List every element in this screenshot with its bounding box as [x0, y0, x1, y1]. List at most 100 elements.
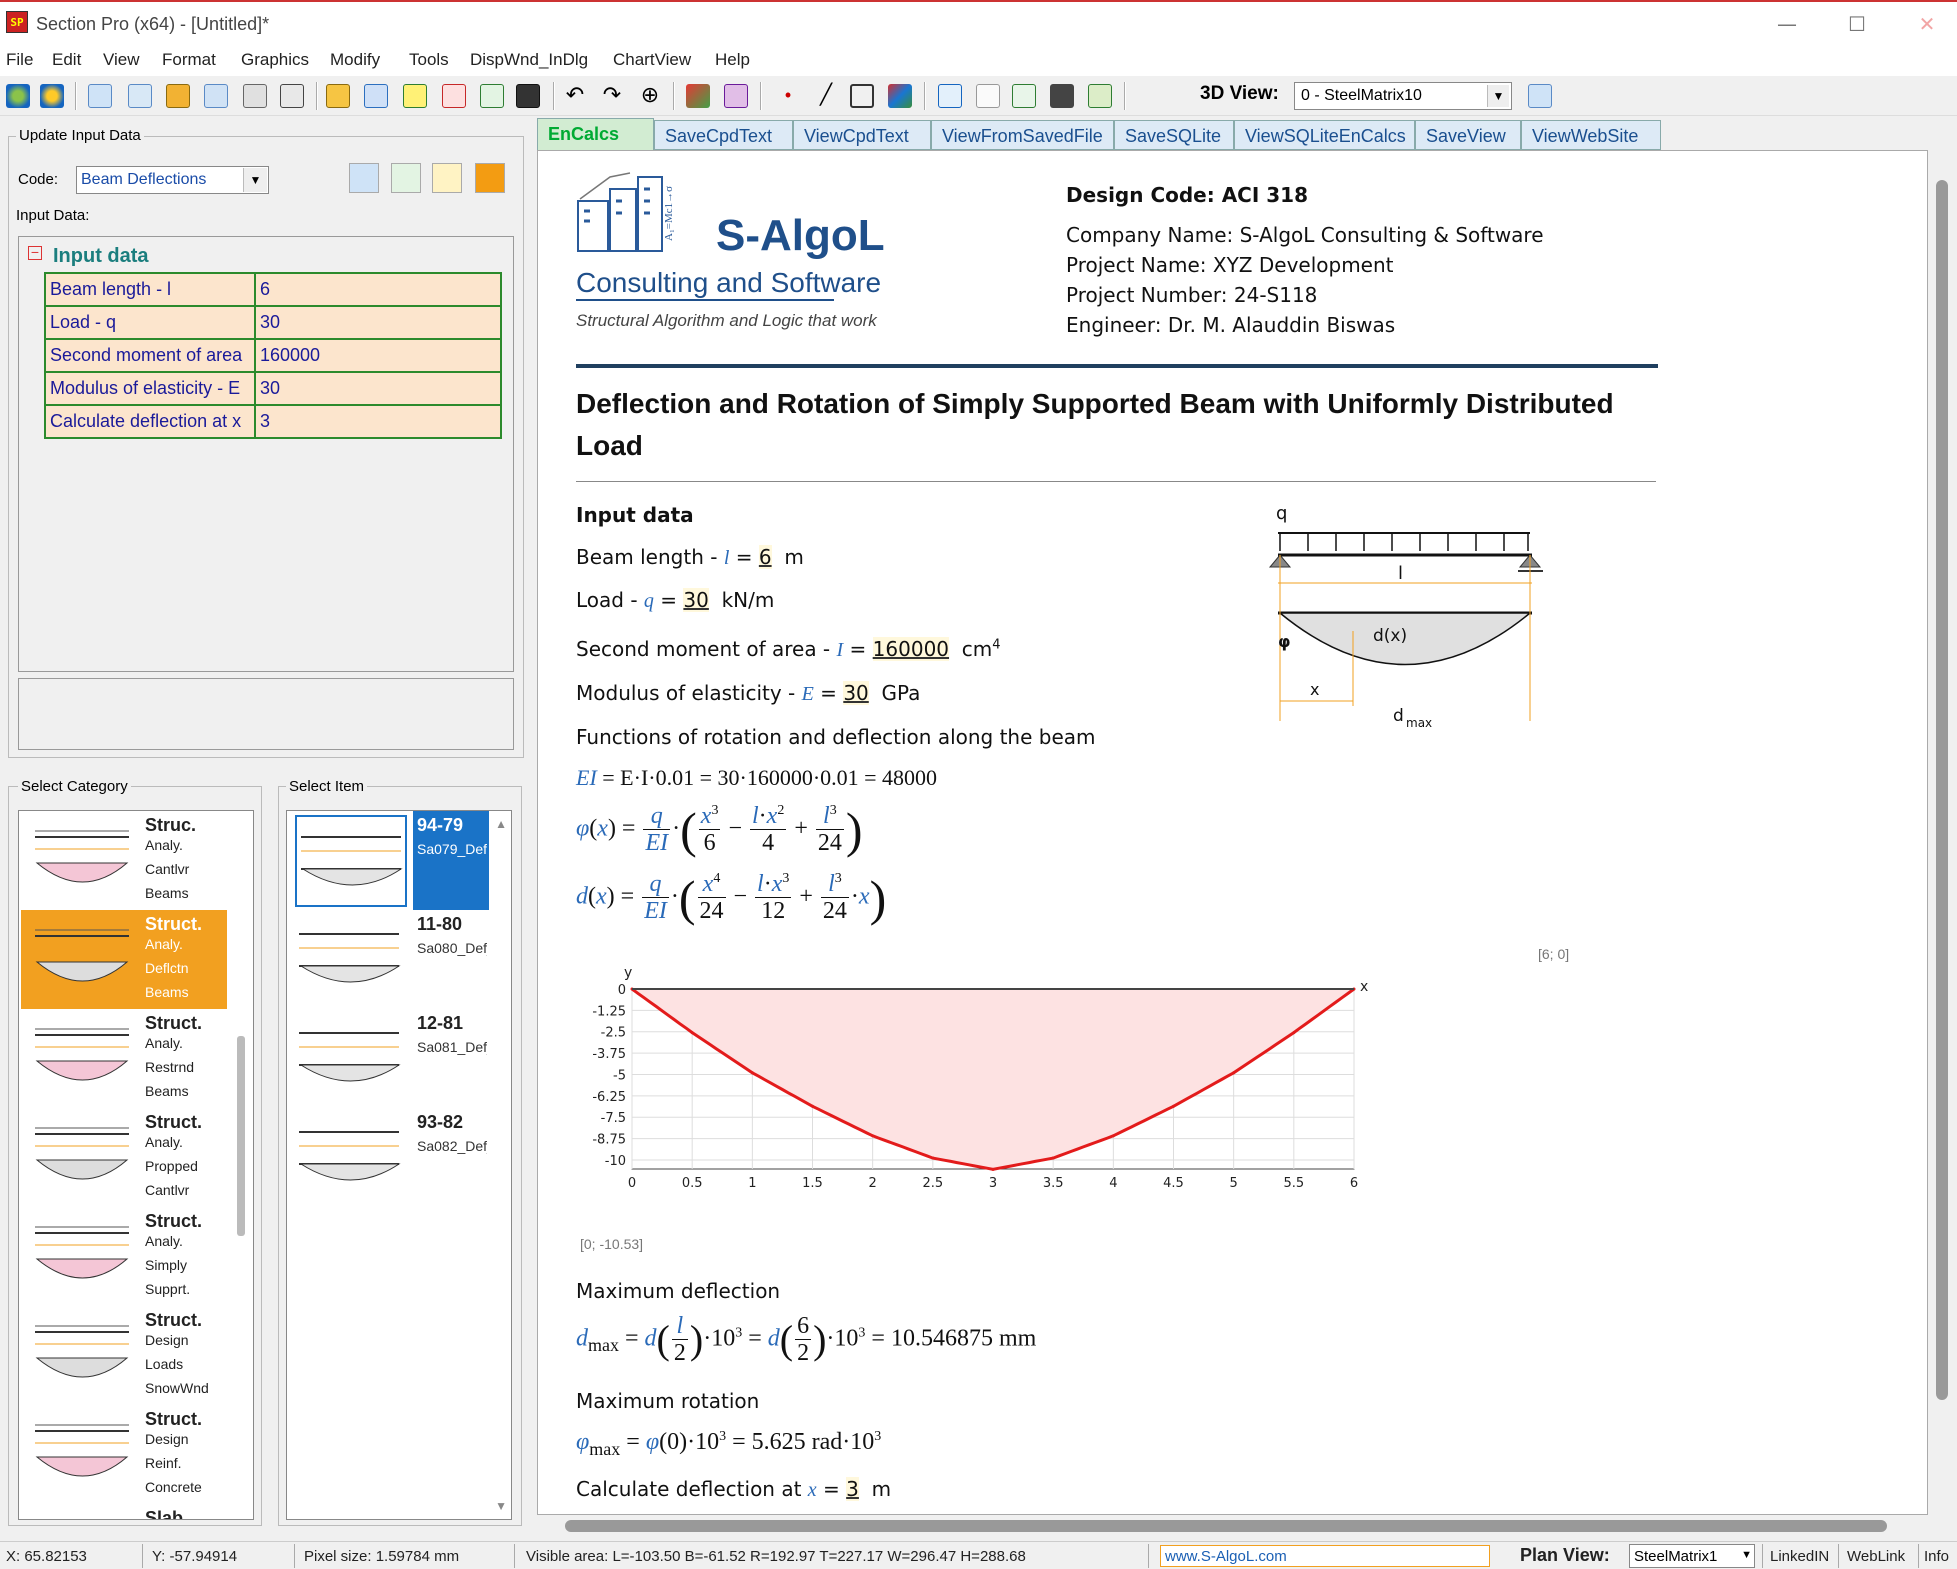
horizontal-scrollbar[interactable] [537, 1515, 1928, 1537]
toolbar: ↶ ↷ ⊕ • ╱ 3D View: 0 - SteelMatrix10 ▼ [0, 76, 1957, 116]
param-value[interactable]: 6 [254, 272, 502, 307]
view-settings-icon[interactable] [1528, 84, 1552, 108]
load-value[interactable]: 30 [683, 588, 709, 612]
category-item[interactable]: Struct. Analy. Propped Cantlvr [21, 1108, 227, 1207]
chevron-down-icon[interactable]: ▼ [1487, 85, 1509, 107]
print-icon[interactable] [280, 84, 304, 108]
disk-icon[interactable] [1050, 84, 1074, 108]
tab-viewfromsavedfile[interactable]: ViewFromSavedFile [931, 120, 1114, 150]
plan-view-select[interactable]: SteelMatrix1 ▼ [1629, 1544, 1755, 1568]
weblink-button[interactable]: WebLink [1847, 1548, 1905, 1565]
export-icon[interactable] [1012, 84, 1036, 108]
chart-icon[interactable] [403, 84, 427, 108]
code-select[interactable]: Beam Deflections ▼ [76, 166, 269, 194]
tab-saveview[interactable]: SaveView [1415, 120, 1521, 150]
website-link[interactable]: www.S-AlgoL.com [1165, 1548, 1287, 1565]
maximize-button[interactable]: ☐ [1827, 8, 1887, 40]
polygon-icon[interactable] [850, 84, 874, 108]
category-item[interactable]: Slab [21, 1504, 227, 1519]
copy-icon[interactable] [243, 84, 267, 108]
param-value[interactable]: 160000 [254, 338, 502, 373]
tab-viewcpdtext[interactable]: ViewCpdText [793, 120, 931, 150]
list-item[interactable]: 94-79 Sa079_Def [289, 811, 489, 910]
category-item[interactable]: Struct. Analy. Simply Supprt. [21, 1207, 227, 1306]
redo-icon[interactable]: ↷ [600, 84, 624, 108]
list-item[interactable]: 12-81 Sa081_Def_ [289, 1009, 489, 1108]
category-item[interactable]: Struc. Analy. Cantlvr Beams [21, 811, 227, 910]
tab-viewsqliteencalcs[interactable]: ViewSQLiteEnCalcs [1234, 120, 1415, 150]
menu-help[interactable]: Help [715, 50, 750, 70]
calc-button[interactable] [475, 163, 505, 193]
scroll-up-icon[interactable]: ▲ [495, 817, 507, 831]
tab-savesqlite[interactable]: SaveSQLite [1114, 120, 1234, 150]
menu-file[interactable]: File [6, 50, 33, 70]
database-icon[interactable] [166, 84, 190, 108]
tab-viewwebsite[interactable]: ViewWebSite [1521, 120, 1661, 150]
inertia-value[interactable]: 160000 [872, 637, 950, 661]
load-button[interactable] [349, 163, 379, 193]
beam-length-value[interactable]: 6 [758, 545, 772, 569]
minimize-button[interactable]: — [1757, 8, 1817, 40]
tab-encalcs[interactable]: EnCalcs [537, 118, 654, 150]
param-value[interactable]: 30 [254, 305, 502, 340]
undo-icon[interactable]: ↶ [563, 84, 587, 108]
chevron-down-icon[interactable]: ▼ [1741, 1549, 1752, 1561]
new-sheet-icon[interactable] [88, 84, 112, 108]
open-folder-icon[interactable] [326, 84, 350, 108]
tool-icon[interactable] [6, 84, 30, 108]
menu-dispwnd[interactable]: DispWnd_InDlg [470, 50, 588, 70]
calc-at-value[interactable]: 3 [846, 1477, 859, 1501]
table-icon[interactable] [128, 84, 152, 108]
category-item[interactable]: Struct. Design Loads SnowWnd [21, 1306, 227, 1405]
point-icon[interactable]: • [776, 84, 800, 108]
paste-button[interactable] [432, 163, 462, 193]
y-tick-label: -6.25 [592, 1090, 626, 1105]
vertical-scrollbar[interactable] [1928, 150, 1957, 1515]
tool-icon[interactable] [40, 84, 64, 108]
line-icon[interactable]: ╱ [814, 84, 838, 108]
scrollbar-thumb[interactable] [237, 1036, 245, 1236]
category-item[interactable]: Struct. Design Reinf. Concrete [21, 1405, 227, 1504]
param-value[interactable]: 30 [254, 371, 502, 406]
info-button[interactable]: Info [1924, 1548, 1949, 1565]
view3d-select[interactable]: 0 - SteelMatrix10 ▼ [1294, 82, 1512, 110]
menu-format[interactable]: Format [162, 50, 216, 70]
linkedin-button[interactable]: LinkedIN [1770, 1548, 1829, 1565]
menu-edit[interactable]: Edit [52, 50, 81, 70]
input-heading: Input data [576, 503, 694, 527]
section-icon[interactable] [938, 84, 962, 108]
excel-icon[interactable] [480, 84, 504, 108]
doc-icon[interactable] [976, 84, 1000, 108]
export-button[interactable] [391, 163, 421, 193]
item-list[interactable]: 94-79 Sa079_Def 11-80 Sa080_Def_ 12-81 Sa081_… [286, 810, 512, 1520]
chevron-down-icon[interactable]: ▼ [243, 168, 267, 192]
menu-graphics[interactable]: Graphics [241, 50, 309, 70]
list-item[interactable]: 93-82 Sa082_Def_ [289, 1108, 489, 1207]
zoom-icon[interactable]: ⊕ [638, 84, 662, 108]
scroll-down-icon[interactable]: ▼ [495, 1499, 507, 1513]
modulus-value[interactable]: 30 [843, 681, 869, 705]
menu-view[interactable]: View [103, 50, 140, 70]
menu-chartview[interactable]: ChartView [613, 50, 691, 70]
category-item[interactable]: Struct. Analy. Deflctn Beams [21, 910, 227, 1009]
category-item[interactable]: Struct. Analy. Restrnd Beams [21, 1009, 227, 1108]
close-button[interactable]: ✕ [1897, 8, 1957, 40]
pdf-icon[interactable] [442, 84, 466, 108]
scrollbar-thumb[interactable] [1936, 180, 1948, 1400]
collapse-icon[interactable]: − [28, 245, 42, 260]
refresh-icon[interactable] [204, 84, 228, 108]
scrollbar-thumb[interactable] [565, 1520, 1887, 1532]
save-view-icon[interactable] [1088, 84, 1112, 108]
design-icon[interactable] [364, 84, 388, 108]
param-value[interactable]: 3 [254, 404, 502, 439]
grid-icon[interactable] [724, 84, 748, 108]
save-icon[interactable] [516, 84, 540, 108]
scissor-icon[interactable] [686, 84, 710, 108]
tab-savecpdtext[interactable]: SaveCpdText [654, 120, 793, 150]
shape-icon[interactable] [888, 84, 912, 108]
note-box[interactable] [18, 678, 514, 750]
menu-tools[interactable]: Tools [409, 50, 449, 70]
category-list[interactable]: Struc. Analy. Cantlvr Beams Struct. Analy. Def… [18, 810, 254, 1520]
list-item[interactable]: 11-80 Sa080_Def_ [289, 910, 489, 1009]
menu-modify[interactable]: Modify [330, 50, 380, 70]
